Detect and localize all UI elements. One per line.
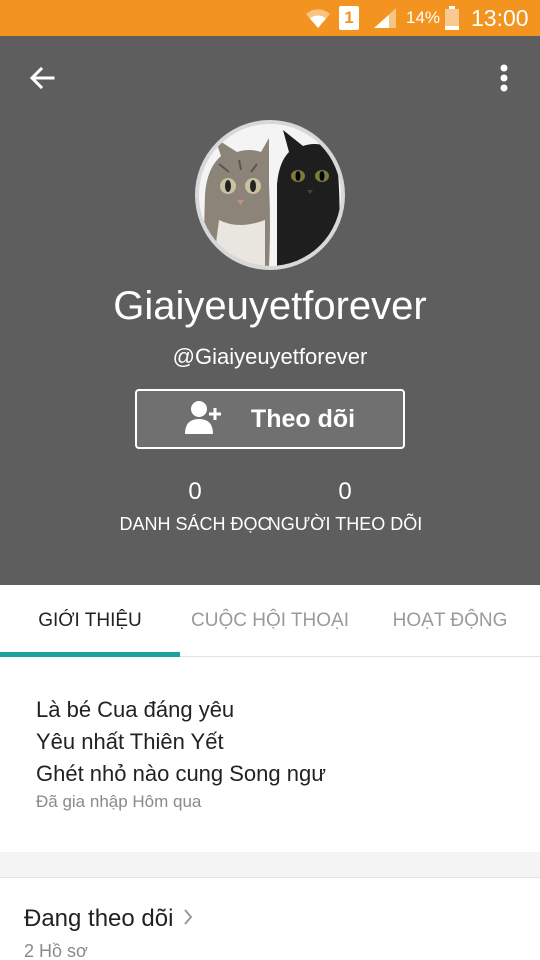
tab-indicator [0,652,180,657]
battery-icon [444,0,460,36]
tab-conversations[interactable]: CUỘC HỘI THOẠI [180,585,360,657]
cats-avatar-image [199,124,341,266]
follow-button[interactable]: Theo dõi [135,389,405,449]
more-options-button[interactable] [484,60,524,100]
profile-header: Giaiyeuyetforever @Giaiyeuyetforever The… [0,36,540,585]
followers-stat[interactable]: 0 NGƯỜI THEO DÕI [265,478,425,536]
back-button[interactable] [20,60,64,100]
reading-lists-label: DANH SÁCH ĐỌC [119,514,271,534]
about-section: Là bé Cua đáng yêu Yêu nhất Thiên Yết Gh… [0,658,540,852]
sim-slot-label: 1 [339,6,359,30]
avatar[interactable] [195,120,345,270]
following-section: Đang theo dõi 2 Hồ sơ [0,879,540,960]
tab-activity[interactable]: HOẠT ĐỘNG [360,585,540,657]
follow-button-label: Theo dõi [250,404,356,433]
tab-conversations-label: CUỘC HỘI THOẠI [191,610,349,631]
wifi-icon [305,0,331,36]
battery-percent: 14% [406,8,441,27]
chevron-right-icon [183,906,193,932]
username: @Giaiyeuyetforever [172,344,368,369]
following-count: 2 Hồ sơ [24,941,88,960]
reading-lists-stat[interactable]: 0 DANH SÁCH ĐỌC [115,478,275,536]
add-user-icon [184,400,223,439]
following-title: Đang theo dõi [24,905,174,932]
about-line: Ghét nhỏ nào cung Song ngư [36,761,326,786]
profile-tabs: GIỚI THIỆU CUỘC HỘI THOẠI HOẠT ĐỘNG [0,585,540,657]
about-line: Yêu nhất Thiên Yết [36,729,224,754]
signal-icon [372,0,398,36]
display-name: Giaiyeuyetforever [113,284,427,328]
status-bar: 1 14% 13:00 [0,0,540,36]
following-link[interactable]: Đang theo dõi [24,905,193,933]
joined-date: Đã gia nhập Hôm qua [36,792,202,811]
followers-label: NGƯỜI THEO DÕI [267,514,423,534]
back-arrow-icon [28,64,56,97]
section-divider [0,852,540,878]
tab-activity-label: HOẠT ĐỘNG [392,610,508,631]
about-line: Là bé Cua đáng yêu [36,697,235,722]
reading-lists-count: 0 [188,478,202,505]
tab-about-label: GIỚI THIỆU [38,610,142,631]
followers-count: 0 [338,478,352,505]
tab-about[interactable]: GIỚI THIỆU [0,585,180,657]
clock: 13:00 [471,4,529,31]
more-vertical-icon [500,64,508,97]
sim-icon: 1 [339,0,359,36]
